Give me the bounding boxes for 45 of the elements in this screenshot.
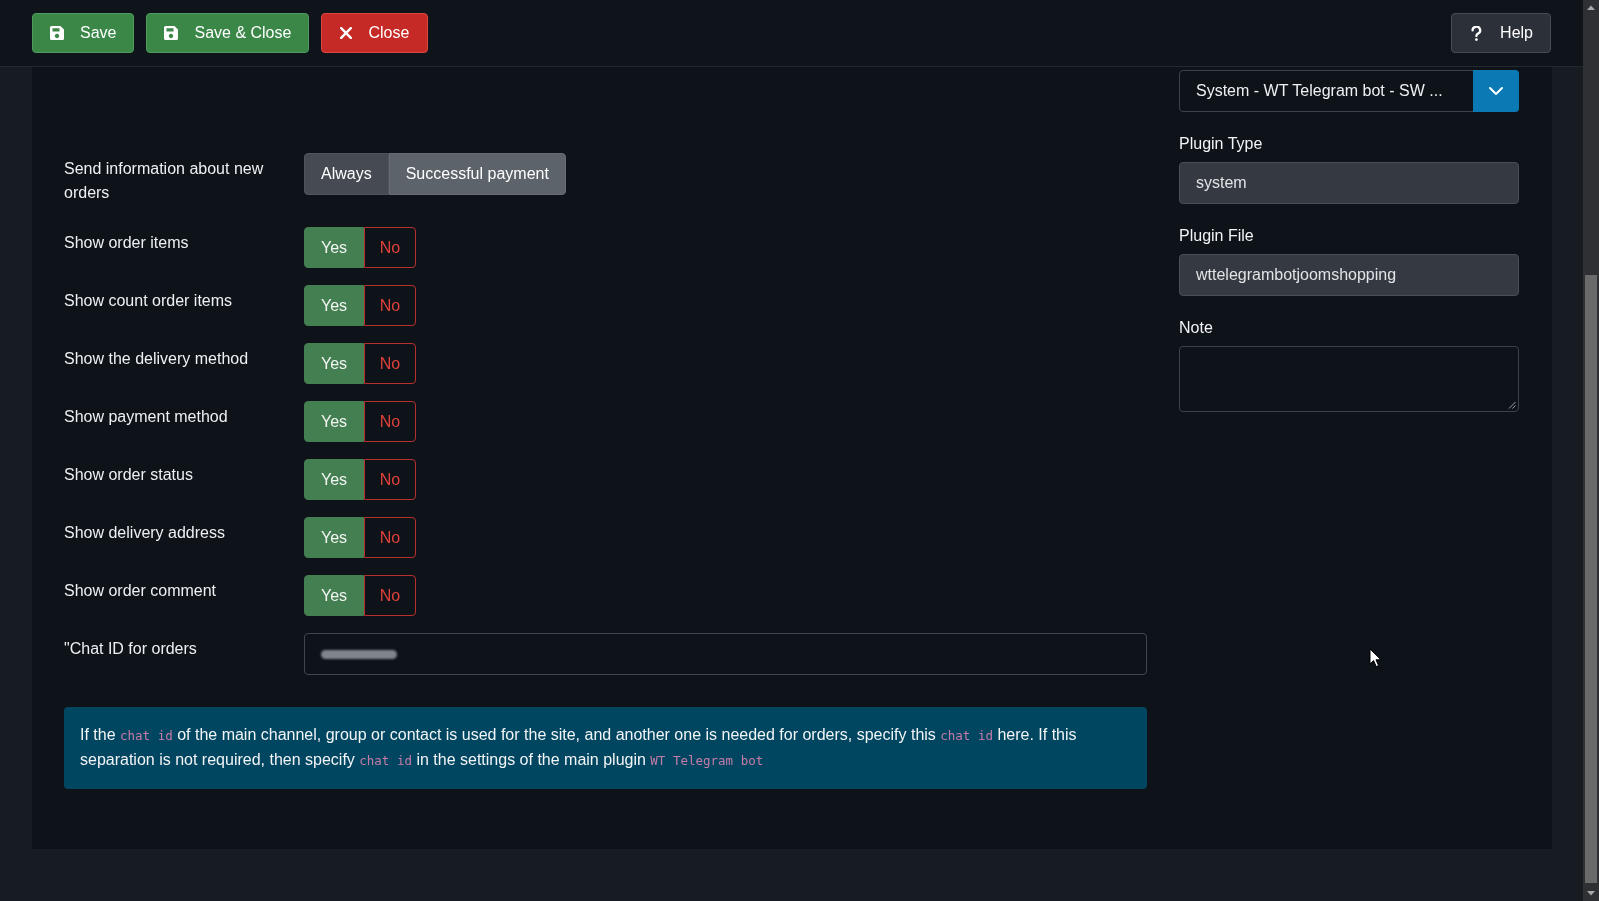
no-option[interactable]: No xyxy=(364,401,416,442)
field-label: Show count order items xyxy=(64,291,234,311)
plugin-select[interactable]: System - WT Telegram bot - SW ... xyxy=(1179,70,1519,112)
yes-option[interactable]: Yes xyxy=(304,285,364,326)
close-icon xyxy=(340,27,353,39)
note-field[interactable] xyxy=(1179,346,1519,412)
yes-option[interactable]: Yes xyxy=(304,343,364,384)
radio-option[interactable]: Successful payment xyxy=(388,153,566,195)
chevron-down-icon[interactable] xyxy=(1473,70,1519,112)
help-icon xyxy=(1471,25,1483,41)
field-label: Show order items xyxy=(64,233,190,253)
scrollbar-thumb[interactable] xyxy=(1585,275,1597,883)
field-label: Show delivery address xyxy=(64,523,226,543)
no-option[interactable]: No xyxy=(364,227,416,268)
scrollbar[interactable] xyxy=(1583,0,1599,901)
field-label: Plugin Type xyxy=(1179,134,1264,154)
mouse-cursor-icon xyxy=(1369,648,1382,668)
no-option[interactable]: No xyxy=(364,517,416,558)
close-button[interactable]: Close xyxy=(321,13,429,53)
save-and-close-button[interactable]: Save & Close xyxy=(146,13,310,53)
field-label: Show payment method xyxy=(64,407,229,427)
no-option[interactable]: No xyxy=(364,459,416,500)
yes-option[interactable]: Yes xyxy=(304,575,364,616)
info-text: If the chat id of the main channel, group or contact is used for the site, and another one is needed for orders, specify this chat id here. If this separation is not required, then specify chat id in the settings of the main plugin WT Telegram bot xyxy=(80,725,1078,770)
save-button[interactable]: Save xyxy=(32,13,135,53)
field-label: Note xyxy=(1179,318,1214,338)
no-option[interactable]: No xyxy=(364,343,416,384)
no-option[interactable]: No xyxy=(364,285,416,326)
field-label: Send information about new orders xyxy=(64,159,265,203)
chat-id-field[interactable] xyxy=(304,633,1147,675)
field-label: Plugin File xyxy=(1179,226,1255,246)
plugin-type-field[interactable]: system xyxy=(1179,162,1519,204)
yes-option[interactable]: Yes xyxy=(304,401,364,442)
resize-grip-icon[interactable] xyxy=(1508,401,1516,409)
field-label: Show the delivery method xyxy=(64,349,250,369)
plugin-file-field[interactable]: wttelegrambotjoomshopping xyxy=(1179,254,1519,296)
no-option[interactable]: No xyxy=(364,575,416,616)
field-label: Show order comment xyxy=(64,581,218,601)
help-button[interactable]: Help xyxy=(1451,13,1551,53)
yes-option[interactable]: Yes xyxy=(304,517,364,558)
yes-option[interactable]: Yes xyxy=(304,227,364,268)
field-label: "Chat ID for orders xyxy=(64,639,198,659)
radio-option[interactable]: Always xyxy=(304,153,389,195)
field-label: Show order status xyxy=(64,465,194,485)
yes-option[interactable]: Yes xyxy=(304,459,364,500)
